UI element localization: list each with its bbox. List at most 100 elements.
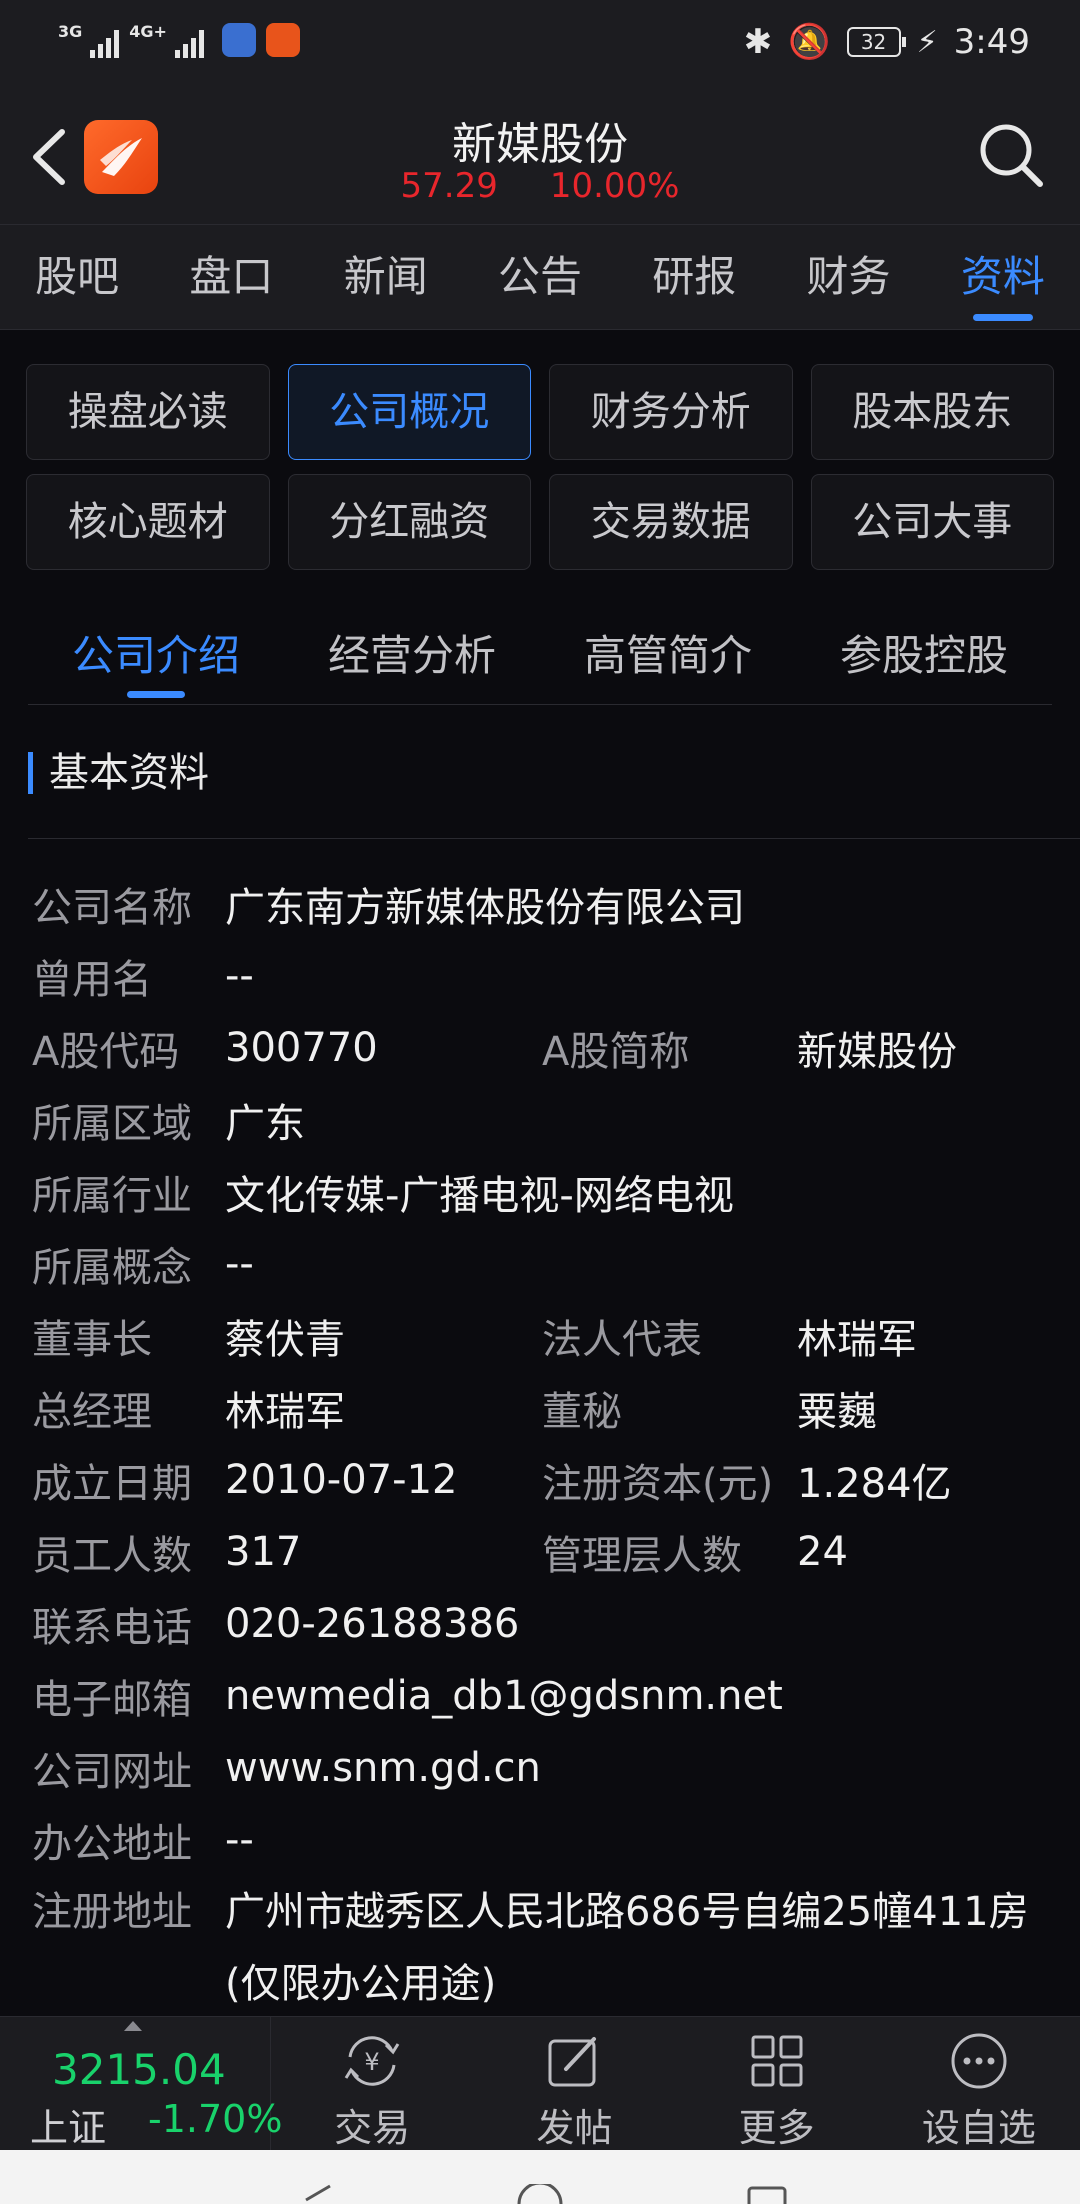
label-region: 所属区域 bbox=[32, 1101, 192, 1147]
index-ticker[interactable]: 3215.04 上证 -1.70% bbox=[0, 2017, 282, 2151]
tab-news[interactable]: 新闻 bbox=[309, 225, 463, 329]
signal-label-1: 3G bbox=[58, 22, 83, 41]
app-notification-icon bbox=[221, 23, 256, 57]
grid-icon bbox=[751, 2035, 803, 2087]
info-row: 电子邮箱 newmedia_db1@gdsnm.net bbox=[32, 1660, 1052, 1732]
signal-label-2: 4G+ bbox=[129, 22, 167, 41]
value-office: -- bbox=[225, 1817, 254, 1863]
label-website: 公司网址 bbox=[32, 1749, 192, 1795]
subtab-executives[interactable]: 高管简介 bbox=[540, 604, 796, 704]
value-reg-address: 广州市越秀区人民北路686号自编25幢411房 bbox=[225, 1889, 1029, 1935]
index-name: 上证 bbox=[30, 2106, 107, 2150]
add-watchlist-button[interactable]: 设自选 bbox=[878, 2017, 1080, 2151]
label-a-short: A股简称 bbox=[542, 1029, 690, 1075]
info-row: 所属行业 文化传媒-广播电视-网络电视 bbox=[32, 1156, 1052, 1228]
info-row: 公司名称 广东南方新媒体股份有限公司 bbox=[32, 868, 1052, 940]
chip-company-events[interactable]: 公司大事 bbox=[810, 474, 1054, 570]
chip-trading-must-read[interactable]: 操盘必读 bbox=[26, 364, 270, 460]
value-gm: 林瑞军 bbox=[225, 1389, 345, 1435]
main-tabs: 股吧 盘口 新闻 公告 研报 财务 资料 bbox=[0, 225, 1080, 330]
info-row: 注册地址 广州市越秀区人民北路686号自编25幢411房 (仅限办公用途) bbox=[32, 1876, 1052, 2020]
basic-info-list: 公司名称 广东南方新媒体股份有限公司 曾用名 -- A股代码 300770 A股… bbox=[32, 868, 1052, 2020]
value-a-code: 300770 bbox=[225, 1025, 378, 1071]
info-row: 董事长 蔡伏青 法人代表 林瑞军 bbox=[32, 1300, 1052, 1372]
chip-core-themes[interactable]: 核心题材 bbox=[26, 474, 270, 570]
label-email: 电子邮箱 bbox=[32, 1677, 192, 1723]
info-row: 曾用名 -- bbox=[32, 940, 1052, 1012]
tab-finance[interactable]: 财务 bbox=[771, 225, 925, 329]
svg-text:¥: ¥ bbox=[364, 2048, 379, 2076]
label-capital: 注册资本(元) bbox=[542, 1461, 774, 1507]
nav-home-icon[interactable] bbox=[515, 2184, 565, 2204]
video-app-icon bbox=[265, 23, 300, 57]
mute-bell-icon: 🔕 bbox=[788, 22, 831, 62]
chip-financial-analysis[interactable]: 财务分析 bbox=[549, 364, 793, 460]
nav-back-icon[interactable] bbox=[300, 2184, 340, 2204]
value-phone[interactable]: 020-26188386 bbox=[225, 1601, 519, 1647]
stock-change: 10.00% bbox=[549, 166, 680, 206]
info-row: 所属概念 -- bbox=[32, 1228, 1052, 1300]
nav-recents-icon[interactable] bbox=[745, 2184, 789, 2204]
value-region: 广东 bbox=[225, 1101, 305, 1147]
search-icon[interactable] bbox=[976, 120, 1046, 190]
label-office: 办公地址 bbox=[32, 1821, 192, 1867]
value-industry: 文化传媒-广播电视-网络电视 bbox=[225, 1173, 734, 1219]
status-bar: 3G 4G+ ✱ 🔕 32 ⚡ 3:49 bbox=[0, 0, 1080, 90]
value-secretary: 粟巍 bbox=[797, 1389, 877, 1435]
tab-announcements[interactable]: 公告 bbox=[463, 225, 617, 329]
post-label: 发帖 bbox=[536, 2106, 613, 2150]
expand-caret-icon bbox=[124, 2021, 142, 2031]
info-row: 成立日期 2010-07-12 注册资本(元) 1.284亿 bbox=[32, 1444, 1052, 1516]
value-founded: 2010-07-12 bbox=[225, 1457, 458, 1503]
info-row: 员工人数 317 管理层人数 24 bbox=[32, 1516, 1052, 1588]
value-capital: 1.284亿 bbox=[797, 1461, 952, 1507]
ellipsis-circle-icon bbox=[951, 2033, 1007, 2089]
price-line: 57.29 10.00% bbox=[0, 166, 1080, 206]
status-right: ✱ 🔕 32 ⚡ 3:49 bbox=[744, 22, 1030, 62]
chip-shareholders[interactable]: 股本股东 bbox=[810, 364, 1054, 460]
info-row: 办公地址 -- bbox=[32, 1804, 1052, 1876]
signal-icon-2 bbox=[174, 22, 204, 58]
subtab-business-analysis[interactable]: 经营分析 bbox=[284, 604, 540, 704]
info-row: 联系电话 020-26188386 bbox=[32, 1588, 1052, 1660]
trade-label: 交易 bbox=[334, 2106, 411, 2150]
value-managers: 24 bbox=[797, 1529, 848, 1575]
trade-button[interactable]: ¥ 交易 bbox=[271, 2017, 473, 2151]
label-concept: 所属概念 bbox=[32, 1245, 192, 1291]
label-legal-rep: 法人代表 bbox=[542, 1317, 702, 1363]
post-button[interactable]: 发帖 bbox=[473, 2017, 675, 2151]
label-chairman: 董事长 bbox=[32, 1317, 152, 1363]
system-nav-bar bbox=[0, 2150, 1080, 2204]
subtab-company-intro[interactable]: 公司介绍 bbox=[28, 604, 284, 704]
value-website[interactable]: www.snm.gd.cn bbox=[225, 1745, 541, 1791]
label-phone: 联系电话 bbox=[32, 1605, 192, 1651]
value-employees: 317 bbox=[225, 1529, 302, 1575]
value-legal-rep: 林瑞军 bbox=[797, 1317, 917, 1363]
index-value: 3215.04 bbox=[52, 2045, 226, 2094]
subtab-holdings[interactable]: 参股控股 bbox=[796, 604, 1052, 704]
sub-tabs: 公司介绍 经营分析 高管简介 参股控股 bbox=[28, 604, 1052, 705]
chip-trading-data[interactable]: 交易数据 bbox=[549, 474, 793, 570]
chip-company-overview[interactable]: 公司概况 bbox=[287, 364, 531, 460]
label-managers: 管理层人数 bbox=[542, 1533, 742, 1579]
tab-research[interactable]: 研报 bbox=[617, 225, 771, 329]
chip-dividends[interactable]: 分红融资 bbox=[287, 474, 531, 570]
tab-guba[interactable]: 股吧 bbox=[0, 225, 154, 329]
label-reg-address: 注册地址 bbox=[32, 1889, 192, 1935]
stock-price: 57.29 bbox=[400, 166, 498, 206]
label-a-code: A股代码 bbox=[32, 1029, 180, 1075]
label-founded: 成立日期 bbox=[32, 1461, 192, 1507]
more-label: 更多 bbox=[738, 2106, 815, 2150]
label-former-name: 曾用名 bbox=[32, 957, 152, 1003]
more-button[interactable]: 更多 bbox=[676, 2017, 878, 2151]
info-row: 总经理 林瑞军 董秘 粟巍 bbox=[32, 1372, 1052, 1444]
bottom-action-bar: 3215.04 上证 -1.70% ¥ 交易 发帖 更多 设自选 bbox=[0, 2016, 1080, 2151]
yuan-exchange-icon: ¥ bbox=[344, 2036, 400, 2086]
stock-header: 新媒股份 57.29 10.00% bbox=[0, 90, 1080, 225]
stock-name: 新媒股份 bbox=[452, 119, 628, 170]
value-email[interactable]: newmedia_db1@gdsnm.net bbox=[225, 1673, 783, 1719]
label-gm: 总经理 bbox=[32, 1389, 152, 1435]
value-a-short: 新媒股份 bbox=[797, 1029, 957, 1075]
tab-profile[interactable]: 资料 bbox=[926, 225, 1080, 329]
tab-pankou[interactable]: 盘口 bbox=[154, 225, 308, 329]
